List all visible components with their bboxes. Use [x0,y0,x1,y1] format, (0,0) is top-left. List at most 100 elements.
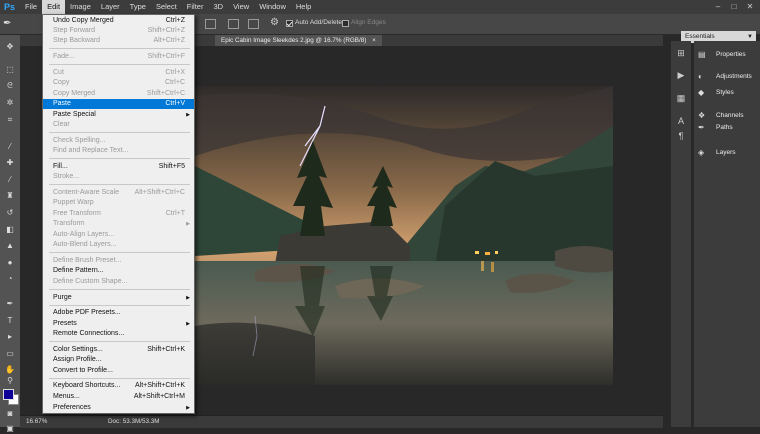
menu-view[interactable]: View [228,0,254,14]
crop-tool-icon[interactable]: ⌗ [2,114,18,125]
menu-item-free-transform[interactable]: Free Transform Ctrl+T [43,209,194,219]
menu-item-puppet-warp[interactable]: Puppet Warp [43,198,194,208]
panel-properties[interactable]: ▤ Properties [698,48,758,61]
align-edges-checkbox[interactable] [342,20,349,27]
panel-styles[interactable]: ◆ Styles [698,86,758,99]
healing-brush-tool-icon[interactable]: ✚ [2,157,18,168]
menu-item-convert-to-profile[interactable]: Convert to Profile... [43,366,194,376]
gear-icon[interactable]: ⚙ [270,17,279,28]
maximize-button[interactable]: □ [726,0,742,14]
menu-item-find-replace-text[interactable]: Find and Replace Text... [43,146,194,156]
rectangle-tool-icon[interactable]: ▭ [2,348,18,359]
close-icon[interactable]: × [372,37,376,44]
menu-item-label: Auto-Blend Layers... [53,241,117,248]
panel-label: Channels [716,112,744,119]
brush-tool-icon[interactable]: ⁄ [2,174,18,185]
marquee-tool-icon[interactable]: ⬚ [2,64,18,75]
menu-item-step-backward[interactable]: Step Backward Alt+Ctrl+Z [43,36,194,46]
menu-item-paste[interactable]: Paste Ctrl+V [43,99,194,109]
menu-filter[interactable]: Filter [182,0,209,14]
menu-item-remote-connections[interactable]: Remote Connections... [43,329,194,339]
swatches-icon[interactable]: ▦ [675,93,687,104]
menu-separator [49,341,190,342]
menu-item-assign-profile[interactable]: Assign Profile... [43,355,194,365]
history-brush-tool-icon[interactable]: ↺ [2,207,18,218]
menu-item-auto-align-layers[interactable]: Auto-Align Layers... [43,230,194,240]
menu-item-fill[interactable]: Fill... Shift+F5 [43,162,194,172]
menu-item-label: Assign Profile... [53,356,102,363]
menu-item-cut[interactable]: Cut Ctrl+X [43,68,194,78]
lasso-tool-icon[interactable]: ᘓ [2,80,18,91]
menu-layer[interactable]: Layer [96,0,125,14]
path-selection-tool-icon[interactable]: ▸ [2,331,18,342]
menu-window[interactable]: Window [254,0,291,14]
menu-item-content-aware-scale[interactable]: Content-Aware Scale Alt+Shift+Ctrl+C [43,188,194,198]
menu-item-check-spelling[interactable]: Check Spelling... [43,136,194,146]
path-operations-icon[interactable] [205,19,216,29]
menu-item-transform[interactable]: Transform ▶ [43,219,194,229]
quick-mask-icon[interactable]: ◙ [2,408,18,419]
menu-select[interactable]: Select [151,0,182,14]
dodge-tool-icon[interactable]: ◔ [2,273,18,284]
menu-item-define-brush-preset[interactable]: Define Brush Preset... [43,256,194,266]
line-tool-icon[interactable] [2,318,18,329]
menu-item-adobe-pdf-presets[interactable]: Adobe PDF Presets... [43,308,194,318]
menu-item-keyboard-shortcuts[interactable]: Keyboard Shortcuts... Alt+Shift+Ctrl+K [43,381,194,391]
eyedropper-tool-icon[interactable]: ⁄ [2,141,18,152]
zoom-level[interactable]: 16.67% [26,418,47,425]
menu-item-clear[interactable]: Clear [43,120,194,130]
pen-tool-icon[interactable]: ✒ [3,18,17,30]
screen-mode-icon[interactable]: ▣ [2,423,18,434]
eraser-tool-icon[interactable]: ◧ [2,224,18,235]
actions-icon[interactable]: ▶ [675,70,687,81]
panel-adjustments[interactable]: ◐ Adjustments [698,70,758,83]
paragraph-icon[interactable]: ¶ [675,131,687,142]
document-image[interactable] [195,86,613,385]
menu-item-define-custom-shape[interactable]: Define Custom Shape... [43,277,194,287]
menu-item-undo-copy-merged[interactable]: Undo Copy Merged Ctrl+Z [43,16,194,26]
close-window-button[interactable]: ✕ [742,0,758,14]
pen-tool-icon[interactable]: ✒ [2,298,18,309]
move-tool-icon[interactable]: ✥ [2,41,18,52]
magic-wand-tool-icon[interactable]: ✲ [2,97,18,108]
panels-dock: ▤ Properties ◐ Adjustments ◆ Styles ❖ Ch… [694,41,760,427]
minimize-button[interactable]: – [710,0,726,14]
menu-item-step-forward[interactable]: Step Forward Shift+Ctrl+Z [43,26,194,36]
panel-layers[interactable]: ◈ Layers [698,146,758,159]
clone-stamp-tool-icon[interactable]: ♜ [2,190,18,201]
menu-help[interactable]: Help [291,0,316,14]
menu-item-auto-blend-layers[interactable]: Auto-Blend Layers... [43,240,194,250]
panel-channels[interactable]: ❖ Channels [698,109,758,122]
menu-type[interactable]: Type [125,0,151,14]
menu-item-preferences[interactable]: Preferences ▶ [43,403,194,413]
menu-item-paste-special[interactable]: Paste Special ▶ [43,110,194,120]
menu-item-fade[interactable]: Fade... Shift+Ctrl+F [43,52,194,62]
menu-item-purge[interactable]: Purge ▶ [43,293,194,303]
menu-item-stroke[interactable]: Stroke... [43,172,194,182]
menu-image[interactable]: Image [65,0,96,14]
menu-item-color-settings[interactable]: Color Settings... Shift+Ctrl+K [43,345,194,355]
menu-item-presets[interactable]: Presets ▶ [43,319,194,329]
history-icon[interactable]: ⊞ [675,48,687,59]
menu-item-copy-merged[interactable]: Copy Merged Shift+Ctrl+C [43,89,194,99]
auto-add-delete-checkbox[interactable] [286,20,293,27]
path-alignment-icon[interactable] [228,19,239,29]
menu-item-define-pattern[interactable]: Define Pattern... [43,266,194,276]
menu-item-shortcut: Alt+Shift+Ctrl+M [133,393,185,400]
menu-item-menus[interactable]: Menus... Alt+Shift+Ctrl+M [43,392,194,402]
paint-bucket-tool-icon[interactable]: ▲ [2,240,18,251]
menu-file[interactable]: File [20,0,42,14]
path-arrangement-icon[interactable] [248,19,259,29]
menu-item-label: Copy [53,79,70,86]
hand-tool-icon[interactable]: ✋ [2,364,18,375]
foreground-color-swatch[interactable] [3,389,14,400]
menu-edit[interactable]: Edit [42,0,66,14]
panel-paths[interactable]: ✒ Paths [698,123,758,131]
menu-item-label: Stroke... [53,173,80,180]
document-tab[interactable]: Epic Cabin Image Sleekdes 2.jpg @ 16.7% … [215,35,382,46]
menu-item-copy[interactable]: Copy Ctrl+C [43,78,194,88]
character-icon[interactable]: A [675,116,687,127]
menu-3d[interactable]: 3D [208,0,228,14]
blur-tool-icon[interactable]: ● [2,257,18,268]
zoom-tool-icon[interactable]: ⚲ [2,375,18,386]
